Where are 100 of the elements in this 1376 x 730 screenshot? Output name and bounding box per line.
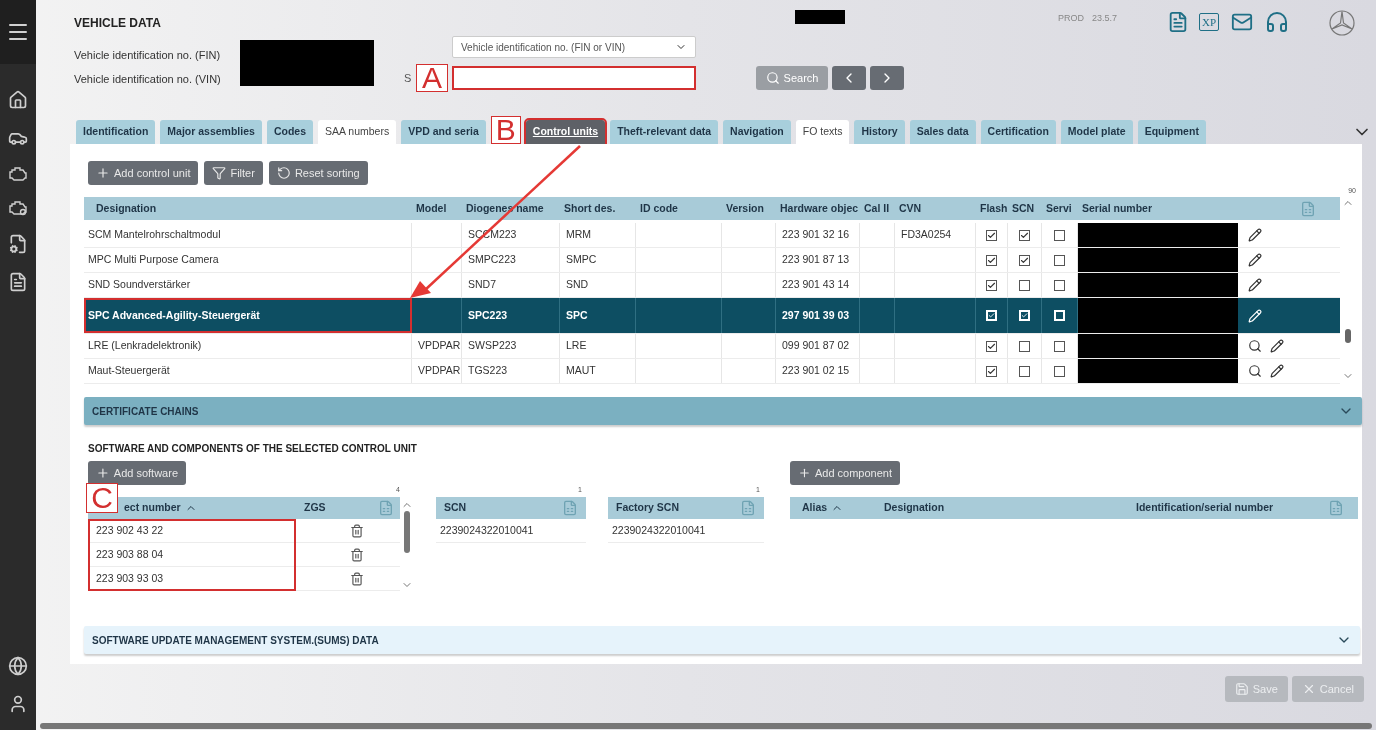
tab[interactable]: Certification	[980, 120, 1056, 144]
add-component-button[interactable]: Add component	[790, 461, 900, 485]
tab[interactable]: Model plate	[1060, 120, 1133, 144]
search-type-dropdown[interactable]: Vehicle identification no. (FIN or VIN)	[452, 36, 696, 58]
plus-icon	[798, 466, 811, 480]
column-header[interactable]: Hardware objec	[776, 200, 860, 217]
tab[interactable]: Sales data	[909, 120, 976, 144]
checkbox[interactable]	[1054, 340, 1065, 352]
column-header[interactable]: SCN	[444, 500, 467, 516]
add-control-unit-button[interactable]: Add control unit	[88, 161, 199, 185]
check-icon	[988, 311, 995, 320]
column-header[interactable]: Flash	[976, 200, 1008, 217]
checkbox[interactable]	[1054, 254, 1065, 266]
check-icon	[987, 341, 996, 351]
table-cell: MAUT	[566, 363, 596, 379]
horizontal-scrollbar[interactable]	[40, 723, 1372, 729]
search-label: S	[404, 70, 413, 86]
tab[interactable]: Codes	[266, 120, 313, 144]
table-cell-text: SPC223	[468, 307, 508, 323]
checkbox[interactable]	[986, 340, 997, 352]
reset-sorting-button[interactable]: Reset sorting	[268, 161, 368, 185]
column-header[interactable]: ZGS	[304, 500, 326, 516]
column-header[interactable]: Cal II	[860, 200, 895, 217]
tab[interactable]: Control units	[525, 120, 606, 144]
checkbox[interactable]	[1054, 365, 1065, 377]
table-row[interactable]: Maut-Steuergerät VPDPAR TGS223 MAUT 223 901 02 15	[84, 359, 1340, 384]
engine-icon[interactable]	[8, 166, 28, 182]
tab[interactable]: Equipment	[1137, 120, 1206, 144]
check-icon	[987, 366, 996, 376]
column-header[interactable]: Alias	[790, 500, 872, 516]
table-cell: 223 901 02 15	[782, 363, 850, 379]
page-title: VEHICLE DATA	[74, 15, 162, 32]
column-header[interactable]: Identification/serial number	[1124, 500, 1328, 516]
scroll-thumb[interactable]	[1345, 329, 1351, 343]
column-header[interactable]: Model	[412, 200, 462, 217]
sums-data-bar[interactable]: SOFTWARE UPDATE MANAGEMENT SYSTEM.(SUMS) DATA	[84, 626, 1360, 654]
column-header[interactable]: Servi	[1042, 200, 1078, 217]
engine-search-icon[interactable]	[8, 200, 28, 216]
tab[interactable]: Navigation	[723, 120, 791, 144]
check-icon	[987, 280, 996, 290]
pencil-icon[interactable]	[1248, 228, 1262, 242]
column-header[interactable]: SCN	[1008, 200, 1042, 217]
xp-icon[interactable]: XP	[1199, 13, 1220, 31]
tab[interactable]: VPD and seria	[401, 120, 486, 144]
search-icon[interactable]	[1248, 339, 1262, 353]
pencil-icon[interactable]	[1248, 278, 1262, 292]
trash-icon[interactable]	[350, 523, 364, 538]
search-field[interactable]	[452, 66, 696, 90]
checkbox[interactable]	[1019, 279, 1030, 291]
checkbox[interactable]	[1054, 279, 1065, 291]
column-header[interactable]: Designation	[84, 200, 412, 217]
tab[interactable]: History	[854, 120, 905, 144]
document-gear-icon[interactable]	[8, 234, 28, 254]
checkbox[interactable]	[1019, 340, 1030, 352]
tab[interactable]: SAA numbers	[318, 120, 397, 144]
user-icon[interactable]	[8, 694, 28, 714]
home-icon[interactable]	[8, 90, 28, 110]
checkbox[interactable]	[1019, 365, 1030, 377]
star-logo-icon	[1329, 10, 1356, 36]
column-header[interactable]: ID code	[636, 200, 722, 217]
certificate-chains-bar[interactable]: CERTIFICATE CHAINS	[84, 397, 1362, 425]
trash-icon[interactable]	[350, 571, 364, 586]
trash-icon[interactable]	[350, 547, 364, 562]
checkbox[interactable]	[1019, 254, 1030, 266]
tab[interactable]: Identification	[76, 120, 156, 144]
globe-icon[interactable]	[8, 656, 28, 676]
table-cell-text: 223 902 43 22	[95, 522, 165, 538]
checkbox[interactable]	[986, 254, 997, 266]
table-row[interactable]: MPC Multi Purpose Camera SMPC223 SMPC 223 901 87 13	[84, 248, 1340, 273]
column-header[interactable]: Short des.	[560, 200, 636, 217]
column-header[interactable]: Diogenes name	[462, 200, 560, 217]
tab[interactable]: FO texts	[795, 120, 850, 144]
checkbox[interactable]	[986, 365, 997, 377]
pencil-icon[interactable]	[1270, 339, 1284, 353]
version-label: 23.5.7	[1092, 12, 1118, 25]
tab[interactable]: Theft-relevant data	[610, 120, 719, 144]
checkbox[interactable]	[1019, 229, 1030, 241]
document-icon[interactable]	[8, 272, 28, 292]
column-header[interactable]: CVN	[895, 200, 976, 217]
headset-icon[interactable]	[1265, 10, 1290, 34]
column-header[interactable]: Designation	[872, 500, 1124, 516]
checkbox[interactable]	[986, 229, 997, 241]
table-cell-text: SPC	[566, 307, 588, 323]
filter-button[interactable]: Filter	[204, 161, 263, 185]
add-software-button[interactable]: Add software	[88, 461, 186, 485]
search-icon[interactable]	[1248, 364, 1262, 378]
column-header[interactable]: Serial number	[1078, 200, 1238, 217]
checkbox[interactable]	[986, 279, 997, 291]
table-row[interactable]: LRE (Lenkradelektronik) VPDPAR SWSP223 LRE 099 901 87 02	[84, 334, 1340, 359]
column-header[interactable]: ect number	[124, 500, 197, 516]
column-header[interactable]: Version	[722, 200, 776, 217]
checkbox[interactable]	[1054, 229, 1065, 241]
field-label: Vehicle identification no. (FIN)	[74, 48, 222, 62]
pencil-icon[interactable]	[1248, 253, 1262, 267]
tab[interactable]: Major assemblies	[160, 120, 262, 144]
scroll-thumb[interactable]	[404, 511, 410, 553]
table-cell-text: 223 903 88 04	[95, 546, 165, 562]
pencil-icon[interactable]	[1270, 364, 1284, 378]
table-cell: TGS223	[468, 363, 508, 379]
table-cell: 223 901 43 14	[782, 277, 850, 293]
